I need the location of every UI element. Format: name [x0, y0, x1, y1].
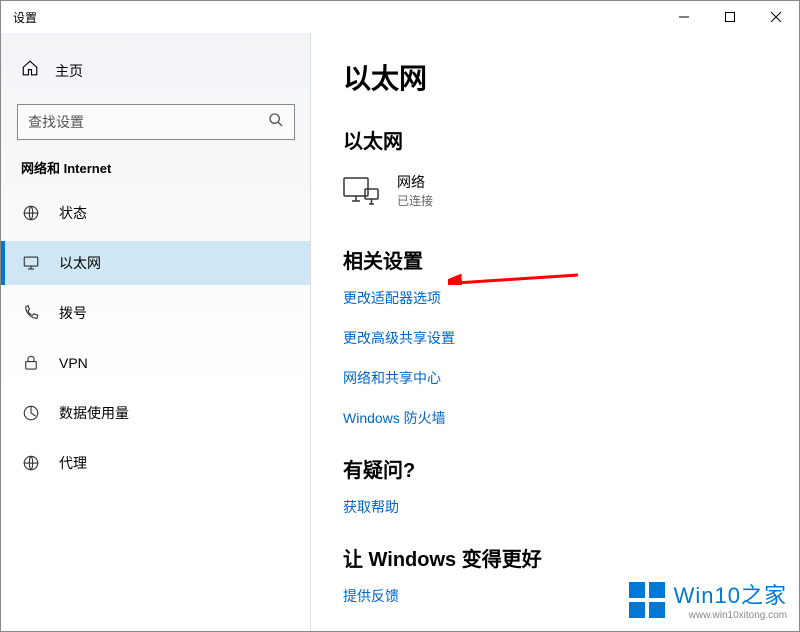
window-title: 设置: [13, 9, 37, 26]
windows-logo-icon: [628, 581, 666, 619]
network-item[interactable]: 网络 已连接: [343, 172, 767, 209]
sidebar-item-ethernet[interactable]: 以太网: [1, 241, 311, 285]
sidebar-item-status[interactable]: 状态: [1, 191, 311, 235]
watermark-brand: Win10之家: [674, 578, 787, 610]
status-icon: [21, 203, 41, 223]
page-title: 以太网: [343, 57, 767, 97]
help-heading: 有疑问?: [343, 454, 767, 483]
vpn-icon: [21, 353, 41, 373]
search-icon: [268, 112, 284, 133]
network-status: 已连接: [397, 192, 433, 209]
search-input[interactable]: [28, 114, 268, 130]
link-firewall[interactable]: Windows 防火墙: [343, 408, 767, 428]
watermark-url: www.win10xitong.com: [674, 610, 787, 621]
minimize-button[interactable]: [661, 1, 707, 33]
home-icon: [21, 59, 39, 82]
link-advanced-sharing[interactable]: 更改高级共享设置: [343, 328, 767, 348]
window-controls: [661, 1, 799, 33]
close-button[interactable]: [753, 1, 799, 33]
sidebar-item-proxy[interactable]: 代理: [1, 441, 311, 485]
ethernet-heading: 以太网: [343, 125, 767, 154]
sidebar-item-label: 数据使用量: [59, 403, 129, 423]
sidebar-item-datausage[interactable]: 数据使用量: [1, 391, 311, 435]
feedback-heading: 让 Windows 变得更好: [343, 543, 767, 572]
related-heading: 相关设置: [343, 245, 767, 274]
maximize-button[interactable]: [707, 1, 753, 33]
dialup-icon: [21, 303, 41, 323]
link-network-center[interactable]: 网络和共享中心: [343, 368, 767, 388]
sidebar-item-dialup[interactable]: 拨号: [1, 291, 311, 335]
sidebar-item-label: 拨号: [59, 303, 87, 323]
sidebar-item-label: 以太网: [59, 253, 101, 273]
proxy-icon: [21, 453, 41, 473]
link-get-help[interactable]: 获取帮助: [343, 497, 767, 517]
watermark: Win10之家 www.win10xitong.com: [628, 578, 787, 621]
main-panel: 以太网 以太网 网络 已连接 相关设置 更改适配器选项 更改高级共享设置 网络和…: [311, 33, 799, 631]
ethernet-icon: [21, 253, 41, 273]
sidebar-item-vpn[interactable]: VPN: [1, 341, 311, 385]
network-name: 网络: [397, 172, 433, 192]
monitor-icon: [343, 177, 379, 205]
sidebar-section-header: 网络和 Internet: [21, 158, 291, 177]
home-label: 主页: [55, 61, 83, 81]
datausage-icon: [21, 403, 41, 423]
network-info: 网络 已连接: [397, 172, 433, 209]
link-adapter-options[interactable]: 更改适配器选项: [343, 288, 767, 308]
sidebar: 主页 网络和 Internet 状态 以太网: [1, 33, 311, 631]
content: 主页 网络和 Internet 状态 以太网: [1, 33, 799, 631]
sidebar-item-label: 代理: [59, 453, 87, 473]
search-box[interactable]: [17, 104, 295, 140]
titlebar: 设置: [1, 1, 799, 33]
sidebar-item-label: 状态: [59, 203, 87, 223]
home-button[interactable]: 主页: [21, 59, 295, 82]
sidebar-item-label: VPN: [59, 355, 88, 371]
